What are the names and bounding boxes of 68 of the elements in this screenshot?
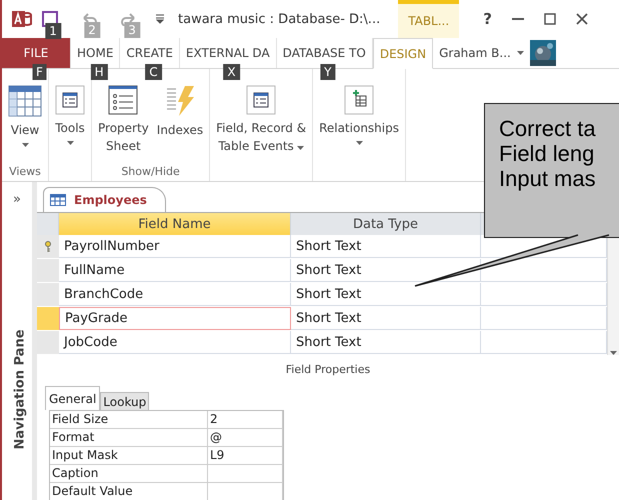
context-tab-label: TABL... [398,0,460,38]
property-label: Default Value [50,483,208,500]
callout-text: Input mas [499,166,597,191]
minimize-icon[interactable] [512,18,524,20]
ribbon-command[interactable]: Property Sheet [98,119,149,155]
property-label: Input Mask [50,447,208,465]
section-title: Field Properties [286,363,370,376]
data-type-cell[interactable]: Short Text [291,307,481,330]
form-icon [246,85,276,115]
field-name-cell[interactable]: JobCode [59,331,291,354]
row-selector[interactable] [37,235,59,259]
key-tip: F [32,64,47,80]
field-name-cell[interactable]: PayGrade [59,307,291,330]
ribbon-tab[interactable]: DESIGN [372,38,434,69]
table-icon [50,194,66,206]
document-tab[interactable]: Employees [43,187,166,212]
caret-icon [516,51,524,55]
group-label: Views [8,164,42,180]
key-tip: 3 [124,22,140,38]
table-view-icon [8,85,42,117]
data-type-cell[interactable]: Short Text [291,331,481,354]
ribbon-command[interactable]: Tools [55,119,85,137]
save-icon[interactable] [42,11,58,27]
maximize-icon[interactable] [544,13,556,25]
table-add-icon [344,85,374,115]
key-tip: X [223,64,240,80]
callout-text: Field leng [499,141,596,166]
form-icon [55,85,85,115]
column-header: Field Name [59,213,291,235]
key-tip: Y [320,64,336,80]
property-label: Format [50,429,208,447]
property-label: Caption [50,465,208,483]
group-label: Show/Hide [120,164,181,180]
field-name-cell[interactable]: FullName [59,259,291,282]
property-tab[interactable]: General [45,386,100,410]
app-logo [12,9,32,29]
property-value[interactable] [208,465,283,483]
property-tab[interactable]: Lookup [100,392,150,410]
property-sheet-icon [108,85,138,115]
callout-text: Correct ta [499,116,597,141]
ribbon-tab[interactable]: FILE [2,38,71,68]
data-type-cell[interactable]: Short Text [291,235,481,258]
key-tip: H [90,64,108,80]
window-title: tawara music : Database- D:\... [178,12,380,26]
description-cell[interactable] [481,307,607,330]
property-value[interactable]: @ [208,429,283,447]
key-tip: 1 [45,23,61,39]
ribbon-command[interactable]: Relationships [319,119,399,137]
column-header: Data Type [291,213,481,235]
field-name-cell[interactable]: PayrollNumber [59,235,291,258]
ribbon-command[interactable]: View [10,121,40,139]
property-value[interactable]: L9 [208,447,283,465]
key-tip: 2 [84,22,100,38]
help-button[interactable]: ? [483,10,492,28]
ribbon-command[interactable]: Indexes [156,121,204,139]
expand-toggle[interactable]: » [13,192,21,207]
property-label: Field Size [50,411,208,429]
account-name[interactable]: Graham B... [439,46,511,60]
field-name-cell[interactable]: BranchCode [59,283,291,306]
ribbon-command[interactable]: Field, Record & Table Events [216,119,306,155]
key-tip: C [145,64,162,80]
caret-icon [610,351,617,355]
navigation-pane-label[interactable]: Navigation Pane [12,329,28,450]
description-cell[interactable] [481,331,607,354]
customize-icon[interactable] [156,14,164,24]
close-icon[interactable] [576,13,588,25]
property-value[interactable]: 2 [208,411,283,429]
lightning-list-icon [164,85,195,117]
